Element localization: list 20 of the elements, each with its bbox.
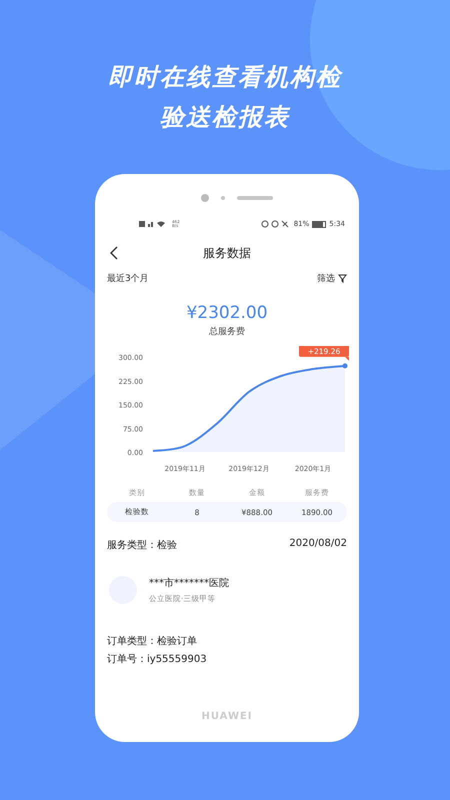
filter-button[interactable]: 筛选 [317, 272, 335, 285]
period-selector[interactable]: 最近3个月 [107, 272, 149, 285]
camera-icon [201, 194, 209, 202]
point-marker [342, 363, 348, 368]
headline: 即时在线查看机构检 [108, 62, 342, 92]
battery-icon [312, 220, 326, 228]
order-number: 订单号：iy55559903 [107, 652, 208, 666]
status-icons [260, 220, 291, 228]
back-icon[interactable] [109, 246, 119, 260]
hospital-name: ***市*******医院 [149, 576, 229, 590]
service-type: 服务类型：检验 [107, 538, 177, 552]
headline: 验送检报表 [160, 102, 290, 132]
page-title: 服务数据 [203, 244, 251, 262]
total-label: 总服务费 [208, 326, 246, 338]
order-type: 订单类型：检验订单 [107, 634, 198, 648]
sensor-icon [221, 196, 225, 200]
filter-icon[interactable] [338, 274, 347, 283]
total-amount: ¥2302.00 [185, 303, 269, 323]
speaker-icon [237, 196, 273, 200]
order-date: 2020/08/02 [289, 538, 347, 551]
